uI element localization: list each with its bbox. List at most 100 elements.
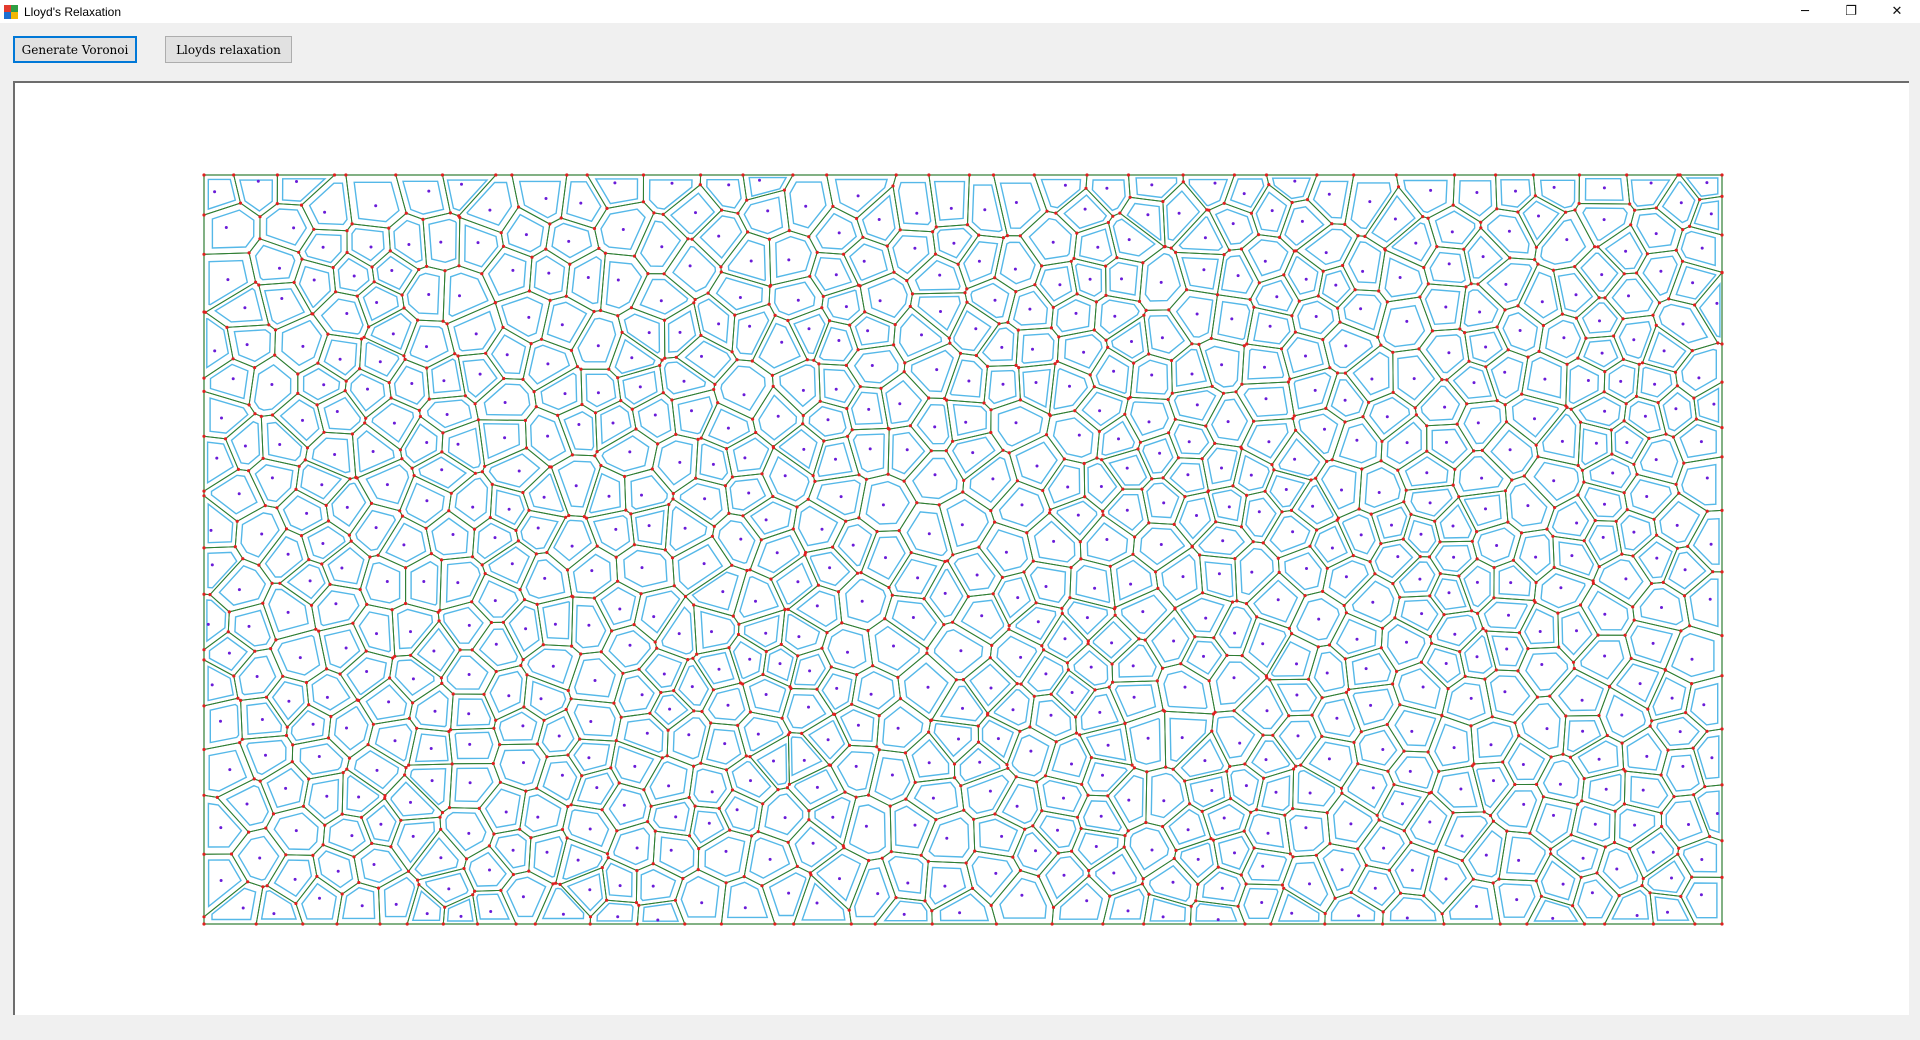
centroid-polygon	[573, 703, 616, 737]
voronoi-vertex	[247, 830, 251, 834]
minimize-icon[interactable]: ─	[1782, 0, 1828, 23]
restore-icon[interactable]: ❐	[1828, 0, 1874, 23]
site-point	[1035, 464, 1039, 468]
centroid-polygon	[1284, 552, 1322, 591]
site-point	[1420, 612, 1424, 616]
voronoi-vertex	[1269, 922, 1273, 926]
centroid-polygon	[520, 515, 559, 550]
site-point	[547, 271, 551, 275]
voronoi-vertex	[635, 922, 639, 926]
site-point	[1645, 495, 1649, 498]
voronoi-vertex	[683, 594, 688, 599]
site-point	[458, 294, 461, 298]
centroid-polygon	[333, 706, 369, 751]
centroid-polygon	[1214, 208, 1254, 245]
voronoi-vertex	[672, 689, 676, 693]
site-point	[1105, 538, 1109, 541]
voronoi-vertex	[1060, 611, 1064, 616]
voronoi-vertex	[1433, 519, 1437, 523]
site-point	[1679, 201, 1683, 205]
voronoi-vertex	[584, 516, 589, 520]
centroid-polygon	[1269, 474, 1306, 508]
voronoi-vertex	[1163, 244, 1167, 249]
voronoi-vertex	[1386, 769, 1390, 773]
voronoi-vertex	[879, 386, 883, 390]
centroid-polygon	[1542, 759, 1580, 799]
centroid-polygon	[1095, 354, 1130, 395]
centroid-polygon	[659, 836, 695, 874]
centroid-polygon	[816, 479, 861, 516]
voronoi-vertex	[1093, 688, 1097, 692]
voronoi-vertex	[294, 487, 298, 491]
voronoi-vertex	[296, 391, 300, 395]
voronoi-vertex	[501, 325, 505, 329]
voronoi-vertex	[951, 439, 955, 443]
voronoi-vertex	[1539, 894, 1543, 898]
voronoi-vertex	[1645, 252, 1649, 256]
voronoi-vertex	[1292, 414, 1296, 418]
voronoi-vertex	[440, 450, 444, 454]
voronoi-vertex	[1421, 215, 1425, 219]
voronoi-vertex	[398, 509, 402, 513]
voronoi-vertex	[1163, 709, 1167, 713]
voronoi-vertex	[1491, 819, 1495, 823]
voronoi-vertex	[231, 357, 235, 361]
site-point	[1125, 508, 1129, 512]
voronoi-vertex	[1367, 400, 1371, 404]
site-point	[1203, 236, 1207, 240]
close-icon[interactable]: ✕	[1874, 0, 1920, 23]
voronoi-vertex	[1677, 491, 1681, 495]
site-point	[607, 494, 611, 498]
site-point	[392, 421, 396, 425]
voronoi-vertex	[1469, 282, 1473, 286]
voronoi-vertex	[1703, 785, 1707, 789]
voronoi-vertex	[1506, 348, 1510, 352]
voronoi-vertex	[1495, 399, 1499, 403]
site-point	[1643, 414, 1647, 418]
centroid-polygon	[317, 850, 354, 889]
generate-voronoi-button[interactable]: Generate Voronoi	[13, 36, 137, 63]
site-point	[1575, 629, 1578, 633]
centroid-polygon	[794, 826, 838, 868]
voronoi-vertex	[482, 692, 486, 696]
voronoi-vertex	[673, 898, 678, 902]
voronoi-vertex	[1290, 314, 1294, 318]
site-point	[507, 694, 511, 698]
voronoi-vertex	[806, 497, 810, 501]
drawing-canvas[interactable]	[13, 81, 1909, 1015]
voronoi-vertex	[1161, 476, 1165, 480]
voronoi-vertex	[994, 922, 999, 926]
centroid-polygon	[1394, 709, 1437, 747]
site-point	[278, 443, 282, 446]
lloyds-relaxation-button[interactable]: Lloyds relaxation	[165, 36, 292, 63]
site-point	[1158, 451, 1162, 455]
voronoi-cell	[1325, 372, 1370, 423]
site-point	[1625, 441, 1629, 444]
centroid-polygon	[1015, 606, 1057, 641]
voronoi-vertex	[903, 361, 907, 365]
centroid-polygon	[1350, 182, 1392, 230]
voronoi-vertex	[1035, 780, 1039, 784]
voronoi-vertex	[1426, 282, 1430, 286]
voronoi-cell	[408, 727, 453, 766]
voronoi-vertex	[1440, 378, 1444, 382]
voronoi-vertex	[892, 343, 896, 347]
voronoi-vertex	[1381, 910, 1385, 914]
site-point	[651, 884, 655, 888]
site-point	[286, 610, 290, 614]
voronoi-vertex	[1049, 326, 1053, 330]
voronoi-vertex	[202, 173, 206, 177]
site-point	[898, 402, 902, 406]
centroid-polygon	[454, 731, 494, 760]
voronoi-vertex	[1292, 767, 1296, 771]
voronoi-vertex	[724, 447, 729, 451]
centroid-polygon	[970, 282, 1010, 319]
voronoi-vertex	[1193, 635, 1197, 639]
voronoi-vertex	[845, 406, 849, 411]
voronoi-vertex	[1577, 173, 1581, 177]
site-point	[219, 879, 223, 882]
voronoi-vertex	[1593, 245, 1597, 249]
voronoi-cell	[316, 390, 367, 435]
voronoi-vertex	[440, 173, 445, 177]
voronoi-vertex	[692, 603, 696, 607]
